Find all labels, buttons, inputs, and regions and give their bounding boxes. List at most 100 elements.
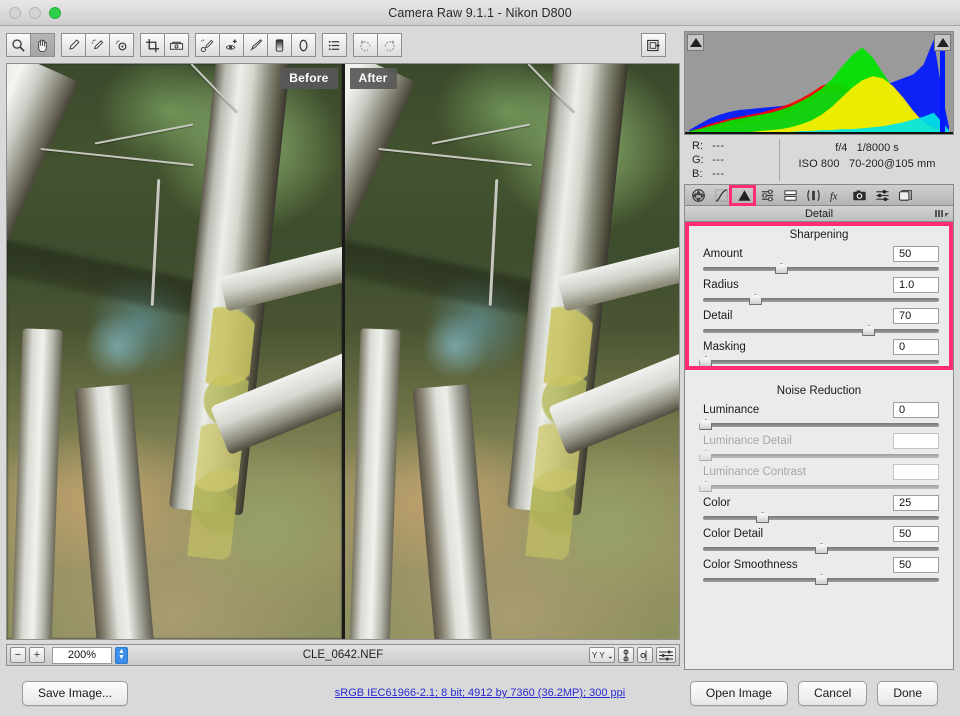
slider-track-detail[interactable] bbox=[703, 325, 939, 337]
spot-removal-icon[interactable] bbox=[195, 33, 220, 57]
slider-thumb-amount[interactable] bbox=[774, 263, 788, 274]
crop-tool-icon[interactable] bbox=[140, 33, 165, 57]
tab-hsl-grayscale[interactable] bbox=[756, 186, 779, 205]
slider-thumb-masking[interactable] bbox=[699, 356, 713, 367]
done-button[interactable]: Done bbox=[877, 680, 938, 706]
slider-track-color-detail[interactable] bbox=[703, 543, 939, 555]
zoom-tool-icon[interactable] bbox=[6, 33, 31, 57]
slider-track-masking[interactable] bbox=[699, 356, 939, 368]
zoom-out-button[interactable]: − bbox=[10, 647, 26, 663]
open-image-button[interactable]: Open Image bbox=[689, 680, 788, 706]
r-value: --- bbox=[712, 140, 725, 152]
rotate-cw-icon[interactable] bbox=[377, 33, 402, 57]
slider-masking[interactable]: Masking 0 bbox=[685, 338, 953, 368]
copy-current-settings-icon[interactable] bbox=[637, 647, 653, 663]
slider-amount[interactable]: Amount 50 bbox=[685, 245, 953, 275]
tab-split-toning[interactable] bbox=[779, 186, 802, 205]
swap-before-after-icon[interactable] bbox=[618, 647, 634, 663]
tab-detail[interactable] bbox=[733, 186, 756, 205]
slider-luminance[interactable]: Luminance 0 bbox=[685, 401, 953, 431]
slider-value-color-detail[interactable]: 50 bbox=[893, 525, 939, 542]
slider-label-luminance-contrast: Luminance Contrast bbox=[703, 465, 806, 478]
targeted-adjustment-icon[interactable] bbox=[109, 33, 134, 57]
noise-reduction-sliders: Luminance 0 Luminance Detail Luminance Cont… bbox=[685, 401, 953, 586]
slider-row-color-smoothness: Color Smoothness 50 bbox=[703, 556, 939, 573]
slider-value-luminance-detail[interactable] bbox=[893, 432, 939, 449]
preview-canvas[interactable]: Before After bbox=[6, 63, 680, 640]
slider-color-smoothness[interactable]: Color Smoothness 50 bbox=[685, 556, 953, 586]
tool-group-rotate bbox=[353, 33, 402, 57]
status-bar: − + 200% ▲ ▼ CLE_0642.NEF YY bbox=[6, 644, 680, 666]
highlight-clipping-warning-icon[interactable] bbox=[934, 34, 951, 51]
tab-presets[interactable] bbox=[871, 186, 894, 205]
radial-filter-icon[interactable] bbox=[291, 33, 316, 57]
before-pane[interactable]: Before bbox=[7, 64, 342, 639]
after-pane[interactable]: After bbox=[341, 64, 679, 639]
slider-value-luminance-contrast[interactable] bbox=[893, 463, 939, 480]
slider-value-luminance[interactable]: 0 bbox=[893, 401, 939, 418]
straighten-tool-icon[interactable] bbox=[164, 33, 189, 57]
right-panel: R: --- G: --- B: --- f/4 1/8000 s ISO 800 7… bbox=[684, 26, 960, 670]
tool-group-navigate bbox=[6, 33, 55, 57]
zoom-level-value[interactable]: 200% bbox=[52, 646, 112, 664]
slider-thumb-color[interactable] bbox=[756, 512, 769, 523]
shutter-value: 1/8000 s bbox=[856, 142, 899, 154]
iso-value: ISO 800 bbox=[798, 158, 840, 170]
color-sampler-icon[interactable] bbox=[85, 33, 110, 57]
slider-value-color-smoothness[interactable]: 50 bbox=[893, 556, 939, 573]
slider-track-amount[interactable] bbox=[703, 263, 939, 275]
slider-thumb-color-smoothness[interactable] bbox=[815, 574, 828, 585]
preferences-list-icon[interactable] bbox=[322, 33, 347, 57]
fullscreen-toggle-icon[interactable] bbox=[641, 33, 666, 57]
preview-preferences-icon[interactable] bbox=[656, 647, 676, 663]
zoom-in-button[interactable]: + bbox=[29, 647, 45, 663]
tab-lens-corrections[interactable] bbox=[802, 186, 825, 205]
slider-track-luminance[interactable] bbox=[699, 419, 939, 431]
tab-tone-curve[interactable] bbox=[710, 186, 733, 205]
slider-track-radius[interactable] bbox=[703, 294, 939, 306]
adjustment-brush-icon[interactable] bbox=[243, 33, 268, 57]
slider-track-luminance-detail[interactable] bbox=[699, 450, 939, 462]
before-image bbox=[7, 64, 342, 639]
hand-tool-icon[interactable] bbox=[30, 33, 55, 57]
slider-value-color[interactable]: 25 bbox=[893, 494, 939, 511]
slider-track-color[interactable] bbox=[703, 512, 939, 524]
white-balance-eyedropper-icon[interactable] bbox=[61, 33, 86, 57]
slider-label-color-detail: Color Detail bbox=[703, 527, 764, 540]
histogram[interactable] bbox=[684, 31, 954, 135]
rotate-ccw-icon[interactable] bbox=[353, 33, 378, 57]
slider-color[interactable]: Color 25 bbox=[685, 494, 953, 524]
slider-thumb-luminance-contrast[interactable] bbox=[699, 481, 713, 492]
red-eye-removal-icon[interactable] bbox=[219, 33, 244, 57]
tab-snapshots[interactable] bbox=[894, 186, 917, 205]
tab-basic[interactable] bbox=[687, 186, 710, 205]
detail-panel: Sharpening Amount 50 Radius 1.0 Detail 70 Mask… bbox=[684, 222, 954, 670]
slider-thumb-color-detail[interactable] bbox=[815, 543, 828, 554]
slider-luminance-contrast[interactable]: Luminance Contrast bbox=[685, 463, 953, 493]
tab-camera-calibration[interactable] bbox=[848, 186, 871, 205]
cancel-button[interactable]: Cancel bbox=[797, 680, 868, 706]
panel-flyout-menu-icon[interactable] bbox=[935, 210, 949, 217]
before-label: Before bbox=[280, 68, 338, 89]
slider-track-color-smoothness[interactable] bbox=[703, 574, 939, 586]
slider-thumb-luminance[interactable] bbox=[699, 419, 713, 430]
slider-value-radius[interactable]: 1.0 bbox=[893, 276, 939, 293]
graduated-filter-icon[interactable] bbox=[267, 33, 292, 57]
slider-thumb-radius[interactable] bbox=[748, 294, 762, 305]
slider-value-detail[interactable]: 70 bbox=[893, 307, 939, 324]
slider-thumb-detail[interactable] bbox=[862, 325, 876, 336]
tab-effects[interactable]: fx bbox=[825, 186, 848, 205]
shadow-clipping-warning-icon[interactable] bbox=[687, 34, 704, 51]
slider-detail[interactable]: Detail 70 bbox=[685, 307, 953, 337]
slider-radius[interactable]: Radius 1.0 bbox=[685, 276, 953, 306]
slider-color-detail[interactable]: Color Detail 50 bbox=[685, 525, 953, 555]
slider-thumb-luminance-detail[interactable] bbox=[699, 450, 713, 461]
slider-track-luminance-contrast[interactable] bbox=[699, 481, 939, 493]
slider-value-masking[interactable]: 0 bbox=[893, 338, 939, 355]
zoom-stepper[interactable]: ▲ ▼ bbox=[115, 646, 128, 664]
slider-label-amount: Amount bbox=[703, 247, 743, 260]
g-label: G: bbox=[692, 154, 704, 166]
slider-luminance-detail[interactable]: Luminance Detail bbox=[685, 432, 953, 462]
slider-value-amount[interactable]: 50 bbox=[893, 245, 939, 262]
before-after-preview-icon[interactable]: YY bbox=[589, 647, 615, 663]
